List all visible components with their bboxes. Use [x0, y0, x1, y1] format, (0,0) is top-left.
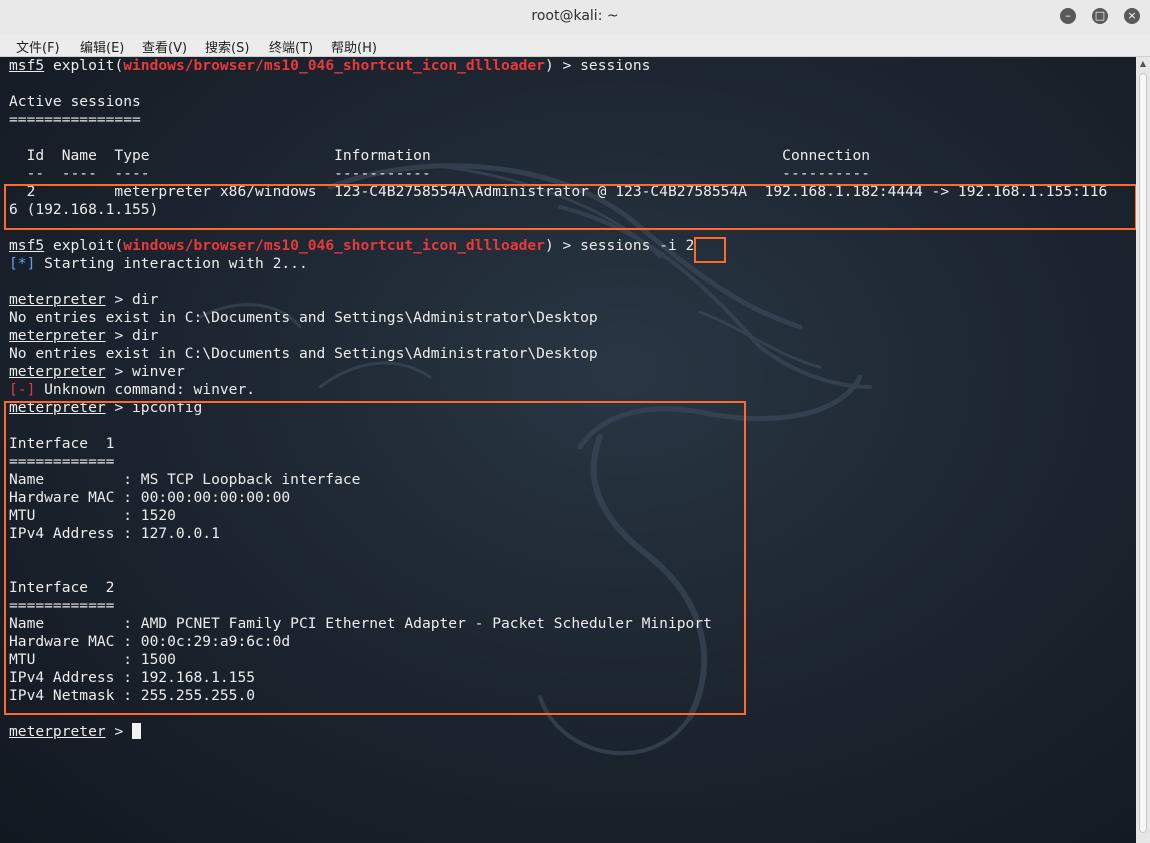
ipconfig-output-highlight	[4, 401, 746, 715]
meterpreter-prompt: meterpreter	[9, 723, 106, 740]
sessions-table-header: Id Name Type Information Connection	[9, 147, 871, 164]
session-id-highlight	[694, 237, 726, 263]
menu-bar: 文件(F) 编辑(E) 查看(V) 搜索(S) 终端(T) 帮助(H)	[0, 34, 1150, 57]
menu-help[interactable]: 帮助(H)	[331, 37, 377, 56]
prompt-line: msf5 exploit(windows/browser/ms10_046_sh…	[9, 57, 651, 74]
scrollbar-thumb[interactable]	[1139, 73, 1147, 833]
scroll-up-icon[interactable]: ▲	[1136, 57, 1150, 71]
close-icon[interactable]: ×	[1124, 8, 1140, 24]
title-bar[interactable]: root@kali: ~ – □ ×	[0, 0, 1150, 35]
meterpreter-prompt: meterpreter	[9, 363, 106, 380]
menu-file[interactable]: 文件(F)	[16, 37, 60, 56]
vertical-scrollbar[interactable]: ▲	[1136, 57, 1150, 843]
text-cursor[interactable]	[132, 723, 142, 739]
active-sessions-heading: Active sessions	[9, 93, 141, 110]
session-row-highlight	[4, 184, 1136, 230]
menu-terminal[interactable]: 终端(T)	[269, 37, 313, 56]
terminal-area[interactable]: msf5 exploit(windows/browser/ms10_046_sh…	[0, 57, 1136, 843]
info-tag: [*]	[9, 255, 36, 272]
menu-search[interactable]: 搜索(S)	[205, 37, 249, 56]
window-title: root@kali: ~	[531, 8, 619, 24]
terminal-window: root@kali: ~ – □ × 文件(F) 编辑(E) 查看(V) 搜索(…	[0, 0, 1150, 843]
prompt-line: msf5 exploit(windows/browser/ms10_046_sh…	[9, 237, 695, 254]
meterpreter-prompt: meterpreter	[9, 327, 106, 344]
minimize-icon[interactable]: –	[1060, 8, 1076, 24]
meterpreter-prompt: meterpreter	[9, 291, 106, 308]
menu-edit[interactable]: 编辑(E)	[80, 37, 124, 56]
maximize-icon[interactable]: □	[1092, 8, 1108, 24]
error-tag: [-]	[9, 381, 36, 398]
menu-view[interactable]: 查看(V)	[142, 37, 187, 56]
